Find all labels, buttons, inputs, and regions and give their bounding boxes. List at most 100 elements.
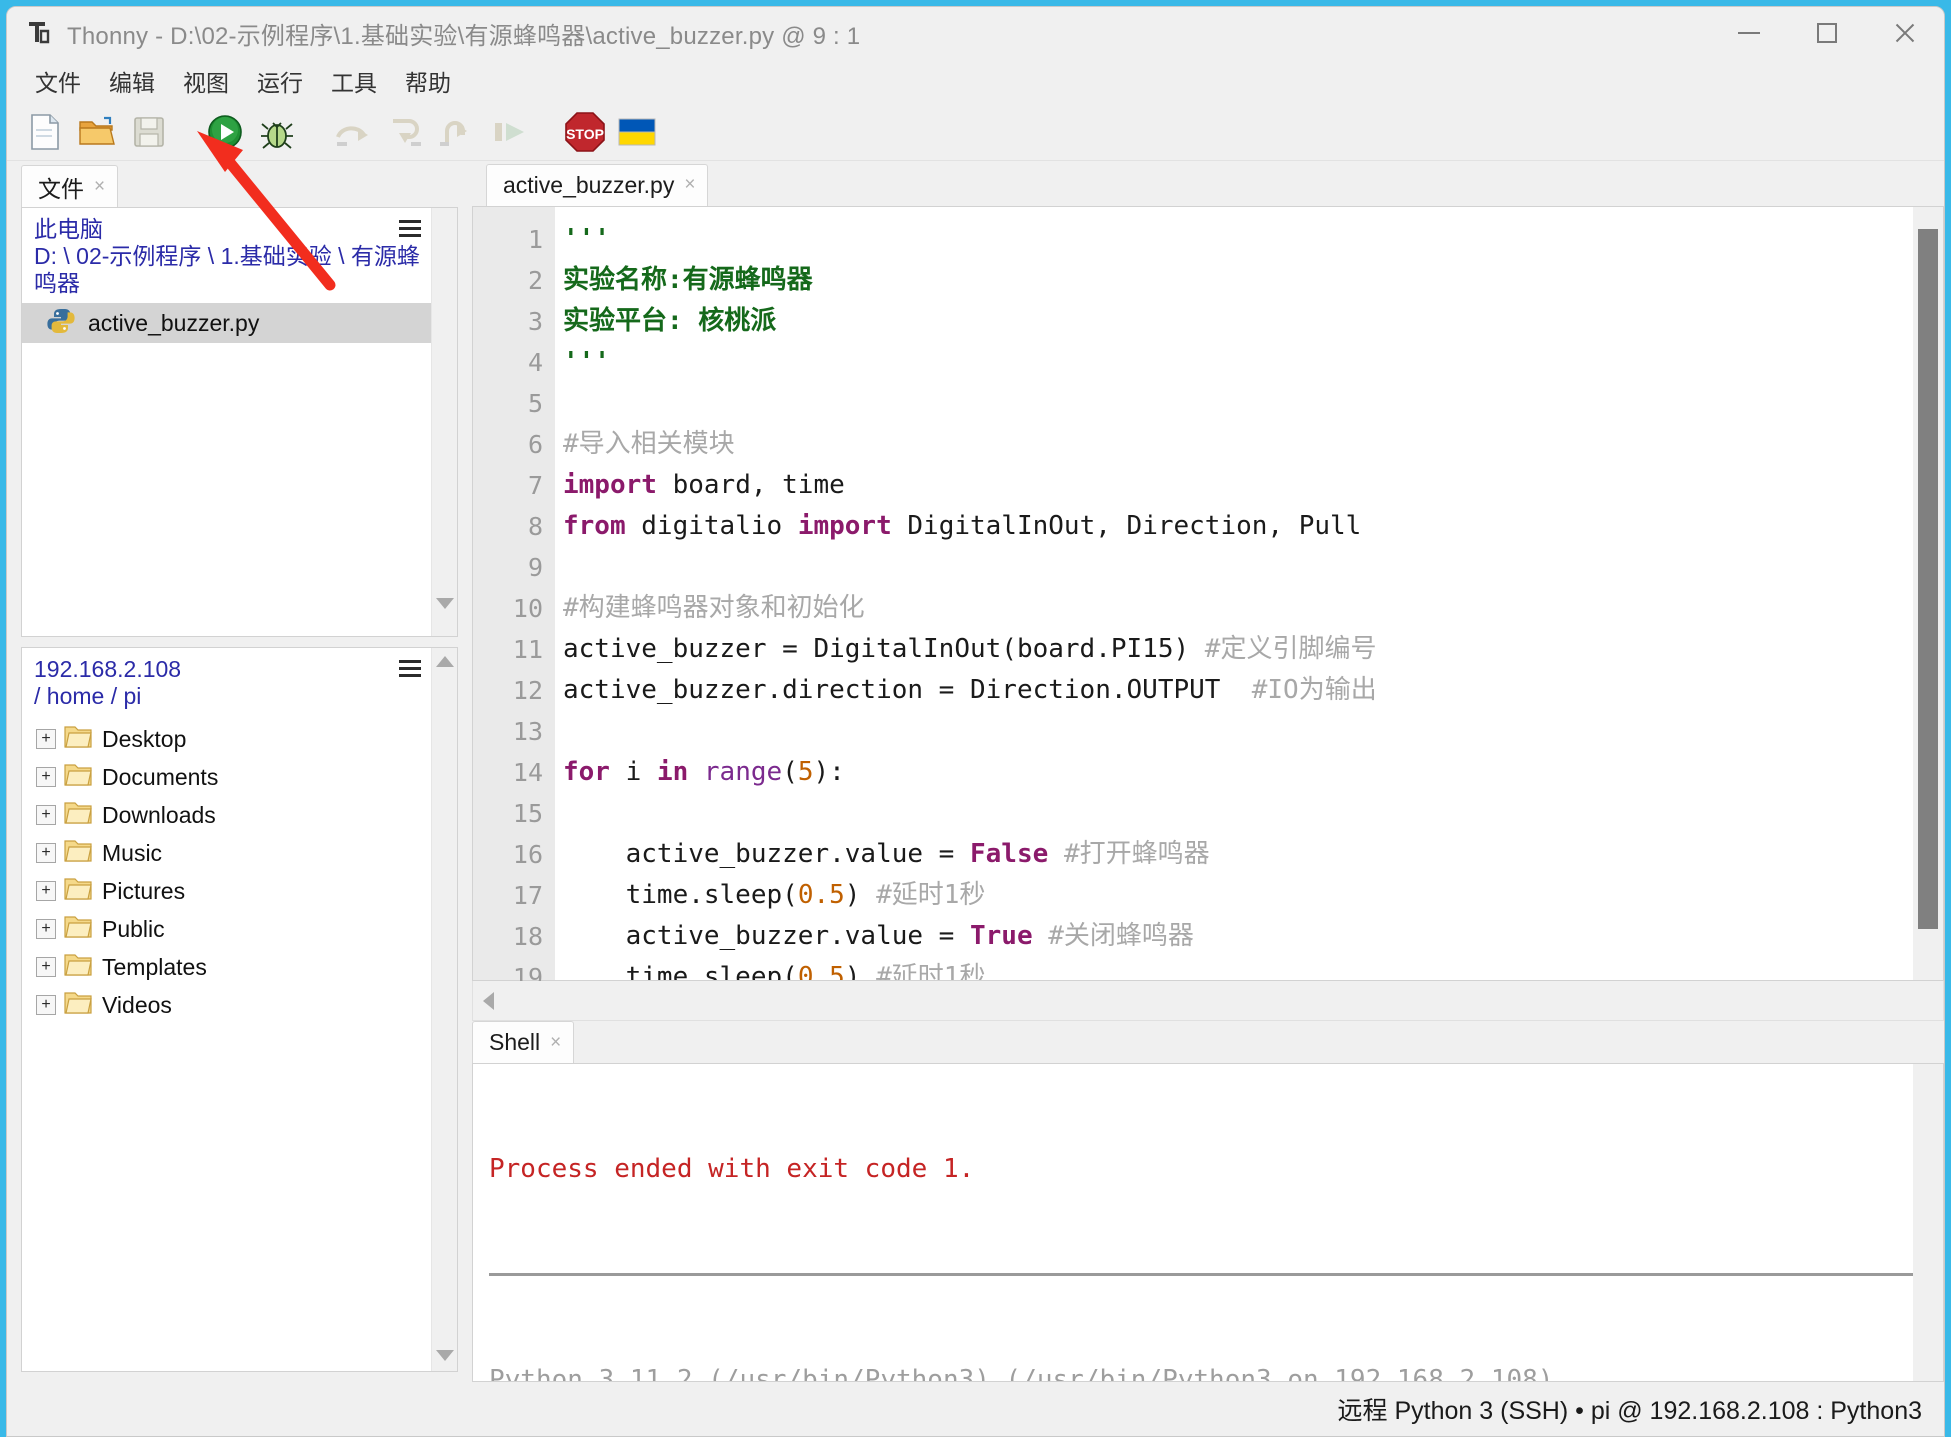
tab-active-buzzer-close-icon[interactable]: × <box>684 174 695 196</box>
code-token: board, time <box>656 469 845 500</box>
stop-button[interactable]: STOP <box>561 110 609 154</box>
hamburger-icon[interactable] <box>399 660 421 681</box>
tab-shell[interactable]: Shell × <box>472 1021 575 1063</box>
list-item[interactable]: + Downloads <box>22 796 431 834</box>
local-files-scrollbar[interactable] <box>431 208 457 636</box>
code-token: #延时1秒 <box>876 879 986 910</box>
close-button[interactable] <box>1866 7 1944 59</box>
svg-text:STOP: STOP <box>566 126 604 142</box>
code-token: active_buzzer.value = <box>563 838 970 869</box>
scroll-left-icon[interactable] <box>483 991 494 1010</box>
list-item[interactable]: + Documents <box>22 758 431 796</box>
run-button[interactable] <box>201 110 249 154</box>
code-line: active_buzzer = DigitalInOut(board.PI15)… <box>563 629 1913 670</box>
list-item-label: Videos <box>102 991 172 1018</box>
editor-horizontal-scrollbar[interactable] <box>472 981 1944 1021</box>
tab-files[interactable]: 文件 × <box>21 165 119 207</box>
folder-icon <box>64 990 92 1021</box>
tab-shell-close-icon[interactable]: × <box>550 1032 561 1054</box>
list-item[interactable]: + Public <box>22 910 431 948</box>
shell-vertical-scrollbar[interactable] <box>1913 1064 1943 1381</box>
menu-item-help[interactable]: 帮助 <box>391 62 465 100</box>
scroll-down-icon[interactable] <box>435 1350 454 1361</box>
open-file-button[interactable] <box>73 110 121 154</box>
list-item[interactable]: + Templates <box>22 948 431 986</box>
python-file-icon <box>46 306 76 341</box>
editor-vertical-scrollbar[interactable] <box>1913 206 1943 980</box>
list-item[interactable]: + Videos <box>22 986 431 1024</box>
interpreter-status[interactable]: 远程 Python 3 (SSH) • pi @ 192.168.2.108 :… <box>1338 1391 1922 1427</box>
folder-icon <box>64 952 92 983</box>
minimize-button[interactable] <box>1710 7 1788 59</box>
hamburger-icon[interactable] <box>399 220 421 241</box>
code-token: 实验名称:有源蜂鸣器 <box>563 264 813 295</box>
save-file-button[interactable] <box>125 110 173 154</box>
editor-scrollbar-thumb[interactable] <box>1918 228 1938 929</box>
tab-active-buzzer[interactable]: active_buzzer.py × <box>486 163 709 206</box>
code-token: ) <box>844 961 877 980</box>
remote-files-panel: 192.168.2.108 / home / pi + Desktop + Do… <box>21 647 458 1372</box>
code-token: #打开蜂鸣器 <box>1063 838 1210 869</box>
scroll-down-icon[interactable] <box>435 598 454 609</box>
list-item-label: Documents <box>102 763 219 790</box>
expander-icon[interactable]: + <box>36 957 56 978</box>
shell-error-line: Process ended with exit code 1. <box>489 1154 975 1185</box>
code-token: ) <box>844 879 877 910</box>
line-number: 1 <box>527 224 543 254</box>
menu-item-edit[interactable]: 编辑 <box>95 62 169 100</box>
expander-icon[interactable]: + <box>36 995 56 1016</box>
folder-icon <box>64 876 92 907</box>
code-token: active_buzzer.value = <box>563 920 970 951</box>
list-item[interactable]: active_buzzer.py <box>22 303 431 344</box>
expander-icon[interactable]: + <box>36 805 56 826</box>
resume-button <box>485 110 533 154</box>
expander-icon[interactable]: + <box>36 919 56 940</box>
remote-file-tree: + Desktop + Documents + Downloads + Musi… <box>22 716 431 1024</box>
code-line: from digitalio import DigitalInOut, Dire… <box>563 506 1913 547</box>
close-icon <box>1893 21 1917 45</box>
shell-output[interactable]: Process ended with exit code 1. Python 3… <box>473 1064 1913 1381</box>
files-tabstrip: 文件 × <box>7 161 472 207</box>
remote-files-scrollbar[interactable] <box>431 648 457 1371</box>
window-controls <box>1710 7 1944 59</box>
line-number-gutter: 1 2 3 4 5 6 7 8 9 10 11 12 13 14 15 16 17 18 19 <box>473 206 555 992</box>
code-token: True <box>970 920 1033 951</box>
line-number: 18 <box>512 921 543 951</box>
menu-item-tools[interactable]: 工具 <box>317 62 391 100</box>
tab-files-close-icon[interactable]: × <box>94 176 105 198</box>
maximize-button[interactable] <box>1788 7 1866 59</box>
list-item[interactable]: + Music <box>22 834 431 872</box>
scroll-up-icon[interactable] <box>435 656 454 667</box>
menu-item-run[interactable]: 运行 <box>243 62 317 100</box>
ukraine-flag-button[interactable] <box>613 110 661 154</box>
new-file-button[interactable] <box>21 110 69 154</box>
shell-tabstrip: Shell × <box>472 1021 1944 1063</box>
code-text[interactable]: ''' 实验名称:有源蜂鸣器 实验平台: 核桃派 ''' #导入相关模块 import b… <box>555 206 1913 980</box>
list-item-label: Music <box>102 839 163 866</box>
menu-item-view[interactable]: 视图 <box>169 62 243 100</box>
expander-icon[interactable]: + <box>36 881 56 902</box>
folder-icon <box>64 838 92 869</box>
list-item[interactable]: + Pictures <box>22 872 431 910</box>
thonny-icon <box>23 16 57 50</box>
expander-icon[interactable]: + <box>36 767 56 788</box>
expander-icon[interactable]: + <box>36 729 56 750</box>
thonny-window: Thonny - D:\02-示例程序\1.基础实验\有源蜂鸣器\active_… <box>6 6 1945 1437</box>
code-line: active_buzzer.value = False #打开蜂鸣器 <box>563 834 1913 875</box>
code-token: #定义引脚编号 <box>1204 633 1377 664</box>
code-token: import <box>563 469 657 500</box>
debug-button[interactable] <box>253 110 301 154</box>
shell-console[interactable]: Process ended with exit code 1. Python 3… <box>472 1063 1944 1382</box>
code-token: False <box>970 838 1049 869</box>
code-token: in <box>656 756 689 787</box>
local-files-panel: 此电脑 D: \ 02-示例程序 \ 1.基础实验 \ 有源蜂鸣器 active… <box>21 207 458 637</box>
expander-icon[interactable]: + <box>36 843 56 864</box>
menu-item-file[interactable]: 文件 <box>21 62 95 100</box>
local-computer-label: 此电脑 <box>34 216 103 242</box>
code-token: 0.5 <box>797 961 845 980</box>
list-item[interactable]: + Desktop <box>22 720 431 758</box>
code-token: #IO为输出 <box>1251 674 1377 705</box>
